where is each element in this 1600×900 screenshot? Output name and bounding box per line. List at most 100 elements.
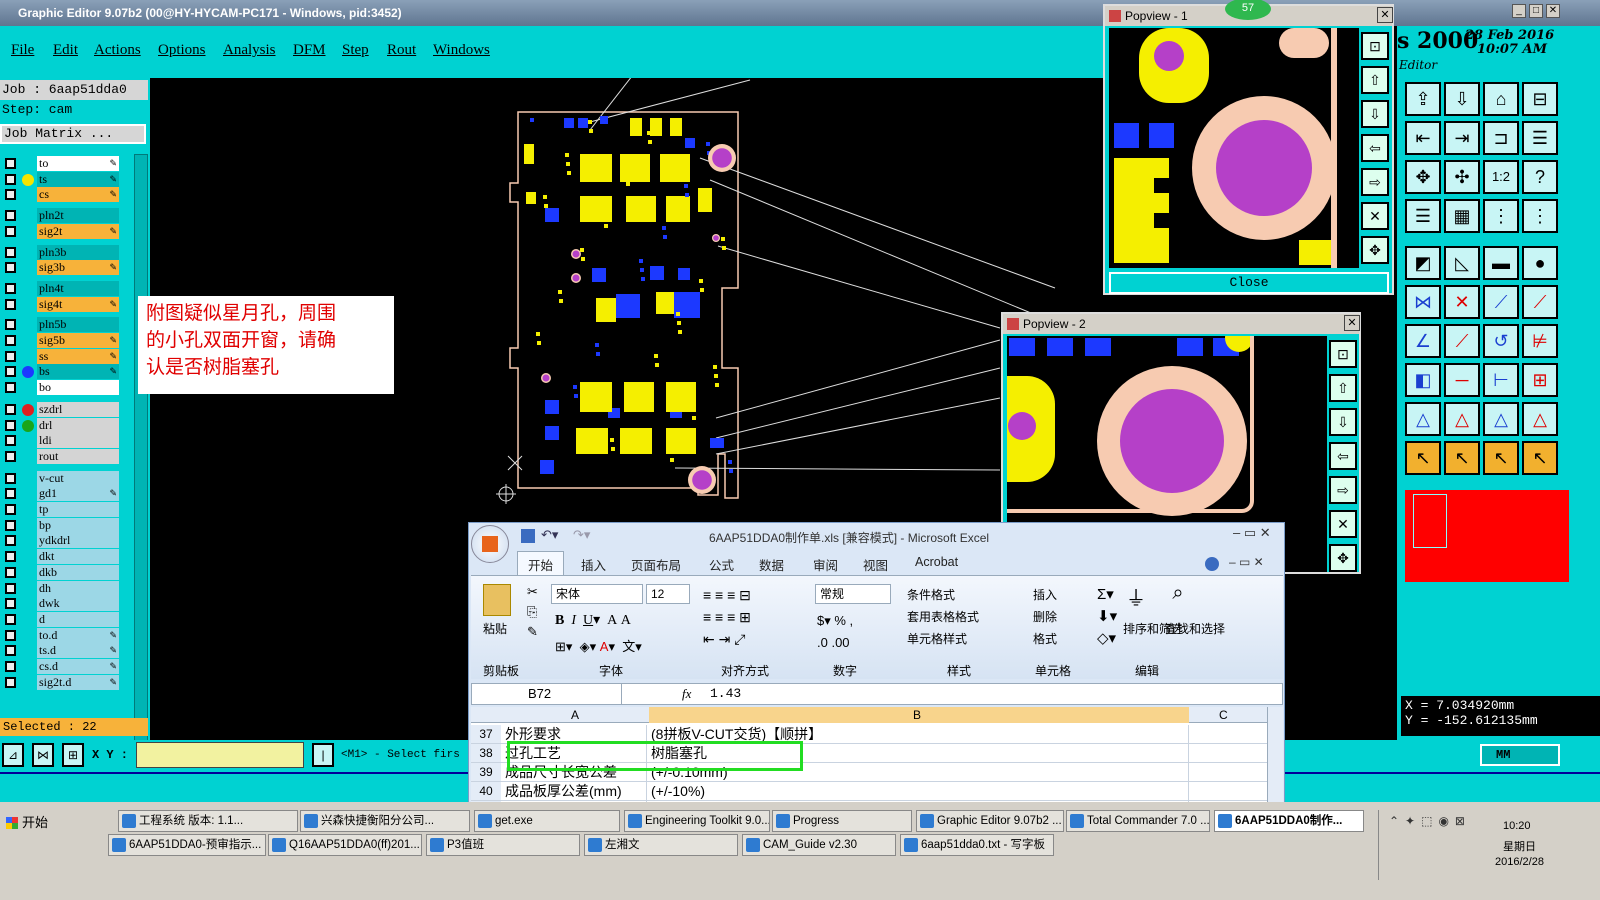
taskbar-button[interactable]: Total Commander 7.0 ... [1066,810,1210,832]
home-icon[interactable]: ⌂ [1483,82,1519,116]
taskbar-button[interactable]: 兴森快捷衡阳分公司... [300,810,470,832]
taskbar-button[interactable]: P3值班 [426,834,580,856]
layer-row[interactable]: gd1 [3,486,119,502]
tab-review[interactable]: 审阅 [813,555,838,574]
layer-row[interactable]: szdrl [3,401,119,417]
cells-buttons[interactable]: 插入 删除 格式 [1033,584,1057,650]
menu-dfm[interactable]: DFM [293,42,326,59]
overview-map[interactable] [1405,490,1569,582]
layer-row[interactable]: bp [3,517,119,533]
layer-checkbox[interactable] [5,598,16,610]
layer-checkbox[interactable] [5,210,16,222]
triangle-icon[interactable]: △ [1483,402,1519,436]
layer-row[interactable]: rout [3,448,119,464]
layer-row[interactable]: sig2t.d [3,674,119,690]
menu-file[interactable]: File [11,42,34,59]
line-icon[interactable]: ⟋ [1444,324,1480,358]
number-buttons[interactable]: $▾ % , .0 .00 [817,610,853,654]
layer-row[interactable]: tp [3,502,119,517]
pan-down-icon[interactable]: ⇩ [1329,408,1357,436]
layer-checkbox[interactable] [5,419,16,431]
pan-right-icon[interactable]: ⇨ [1361,168,1389,196]
layer-checkbox[interactable] [5,450,16,462]
popview-1-window[interactable]: Popview - 1 ✕ 57 Close ⊡ ⇧ ⇩ ⇦ ⇨ ✕ ✥ [1103,0,1394,295]
minimize-button[interactable]: _ [1512,4,1526,18]
layer-name[interactable]: bs [37,364,119,380]
window-icon[interactable]: ⊟ [1522,82,1558,116]
font-size-select[interactable]: 12 [646,584,690,604]
cell-a[interactable]: 成品板厚公差(mm) [505,782,647,800]
line-icon[interactable]: ⟋ [1483,285,1519,319]
menu-rout[interactable]: Rout [387,42,416,59]
styles-buttons[interactable]: 条件格式 套用表格格式 单元格样式 [907,584,979,650]
row-number[interactable]: 40 [471,782,501,800]
menu-windows[interactable]: Windows [433,42,490,59]
excel-window[interactable]: ↶▾ ↷▾ 6AAP51DDA0制作单.xls [兼容模式] - Microso… [468,522,1285,820]
layer-name[interactable]: dkt [37,549,119,565]
popview-1-canvas[interactable] [1109,28,1359,268]
layer-name[interactable]: pln2t [37,208,119,224]
start-button[interactable]: 开始 [2,812,58,836]
excel-window-controls[interactable]: – ▭ ✕ [1233,525,1271,541]
undo-icon[interactable]: ↶▾ [541,527,558,543]
layer-name[interactable]: to.d [37,627,119,643]
connect-icon[interactable]: ⋈ [1405,285,1441,319]
settings-icon[interactable]: ☰ [1405,199,1441,233]
tray-icons[interactable]: ⌃✦⬚◉⊠ [1389,814,1471,828]
paste-label[interactable]: 粘贴 [483,620,507,637]
close-button[interactable]: ✕ [1546,4,1560,18]
layer-row[interactable]: drl [3,417,119,433]
layer-row[interactable]: pln5b [3,317,119,333]
zoom-home-icon[interactable]: ⊡ [1329,340,1357,368]
redo-icon[interactable]: ↷▾ [573,527,590,543]
layer-row[interactable]: pln2t [3,208,119,224]
layer-checkbox[interactable] [5,335,16,346]
tray-clock-date[interactable]: 2016/2/28 [1495,856,1544,868]
pan-left-icon[interactable]: ⇦ [1361,134,1389,162]
bar-icon[interactable]: ─ [1444,363,1480,397]
popview-close-button[interactable]: Close [1109,272,1389,294]
row-number[interactable]: 39 [471,763,501,781]
tab-home[interactable]: 开始 [517,551,565,578]
layer-row[interactable]: cs [3,187,119,203]
rotate-icon[interactable]: ↺ [1483,324,1519,358]
layer-checkbox[interactable] [5,661,16,672]
clipboard-tools[interactable]: ✂ ⎘ ✎ [527,582,538,642]
paste-icon[interactable] [483,584,511,616]
pan-down-icon[interactable]: ⇩ [1444,82,1480,116]
layer-row[interactable]: ldi [3,433,119,449]
taskbar-button[interactable]: CAM_Guide v2.30 [742,834,896,856]
copy-icon[interactable]: ⊞ [1522,363,1558,397]
layer-name[interactable]: cs [37,187,119,203]
font-name-select[interactable]: 宋体 [551,584,643,604]
layer-name[interactable]: gd1 [37,486,119,502]
xy-input[interactable] [136,742,304,768]
layer-row[interactable]: pln4t [3,280,119,296]
taskbar-button[interactable]: get.exe [474,810,620,832]
taskbar-button[interactable]: 6AAP51DDA0-预审指示... [108,834,266,856]
cursor-icon[interactable]: | [312,743,334,767]
layer-merge-icon[interactable]: ⋮ [1522,199,1558,233]
taskbar-button[interactable]: Engineering Toolkit 9.0... [624,810,770,832]
pan-left-icon[interactable]: ⇤ [1405,121,1441,155]
layer-row[interactable]: v-cut [3,470,119,486]
cell-style-button[interactable]: 单元格样式 [907,628,979,650]
bracket-icon[interactable]: ⊐ [1483,121,1519,155]
border-fill-buttons[interactable]: ⊞▾ ◈▾ A▾ 文▾ [555,636,642,655]
tray-clock-day[interactable]: 星期日 [1503,838,1536,854]
layer-checkbox[interactable] [5,488,16,500]
shape-icon[interactable]: ◧ [1405,363,1441,397]
ruler-icon[interactable]: ▬ [1483,246,1519,280]
layer-checkbox[interactable] [5,382,16,394]
layer-row[interactable]: dkt [3,549,119,565]
tab-acrobat[interactable]: Acrobat [915,555,958,569]
zoom-in-icon[interactable]: ✥ [1329,544,1357,572]
pan-down-icon[interactable]: ⇩ [1361,100,1389,128]
layer-row[interactable]: ts [3,171,119,187]
layer-name[interactable]: ydkdrl [37,533,119,549]
pan-up-icon[interactable]: ⇧ [1329,374,1357,402]
pan-left-icon[interactable]: ⇦ [1329,442,1357,470]
layer-checkbox[interactable] [5,282,16,294]
font-style-buttons[interactable]: B I U▾ A A [555,612,631,629]
layer-row[interactable]: sig4t [3,296,119,312]
